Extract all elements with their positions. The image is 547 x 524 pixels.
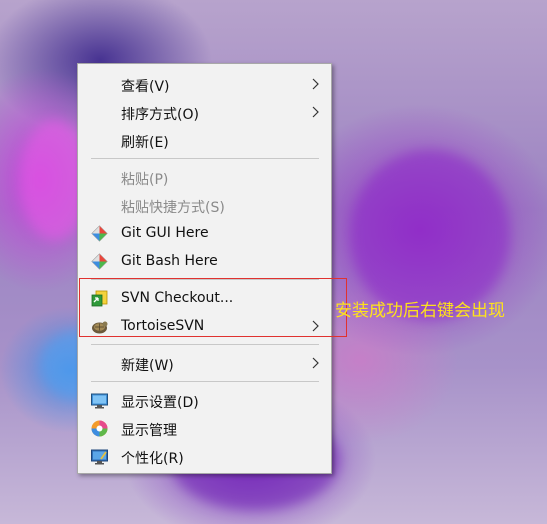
menu-item-label: 新建(W) [121,358,174,374]
chevron-right-icon [312,106,319,118]
display-manager-icon [91,420,108,437]
menu-item-git-gui[interactable]: Git GUI Here [80,219,329,247]
menu-item-paste[interactable]: 粘贴(P) [80,163,329,191]
menu-item-git-bash[interactable]: Git Bash Here [80,247,329,275]
menu-item-personalize[interactable]: 个性化(R) [80,442,329,470]
personalize-icon [91,449,108,465]
menu-item-label: 粘贴(P) [121,172,169,188]
menu-item-view[interactable]: 查看(V) [80,70,329,98]
chevron-right-icon [312,78,319,90]
menu-item-refresh[interactable]: 刷新(E) [80,126,329,154]
menu-item-label: Git Bash Here [121,253,218,269]
menu-item-new[interactable]: 新建(W) [80,349,329,377]
menu-item-sort-by[interactable]: 排序方式(O) [80,98,329,126]
menu-item-display-settings[interactable]: 显示设置(D) [80,386,329,414]
annotation-highlight-box [79,278,347,337]
paint-splash [350,150,510,320]
menu-item-label: 粘贴快捷方式(S) [121,200,225,216]
menu-item-label: 显示管理 [121,423,177,439]
menu-separator [91,158,319,159]
git-icon [91,225,108,242]
git-icon [91,253,108,270]
menu-separator [91,381,319,382]
menu-item-label: 刷新(E) [121,135,169,151]
display-settings-icon [91,393,108,409]
menu-item-label: 查看(V) [121,79,170,95]
menu-item-display-manager[interactable]: 显示管理 [80,414,329,442]
chevron-right-icon [312,357,319,369]
desktop-context-menu: 查看(V) 排序方式(O) 刷新(E) 粘贴(P) 粘贴快捷方式(S) Git … [77,63,332,474]
menu-item-label: 排序方式(O) [121,107,199,123]
menu-separator [91,344,319,345]
menu-item-paste-shortcut[interactable]: 粘贴快捷方式(S) [80,191,329,219]
menu-item-label: Git GUI Here [121,225,209,241]
menu-item-label: 显示设置(D) [121,395,199,411]
menu-item-label: 个性化(R) [121,451,184,467]
annotation-text: 安装成功后右键会出现 [335,301,505,321]
